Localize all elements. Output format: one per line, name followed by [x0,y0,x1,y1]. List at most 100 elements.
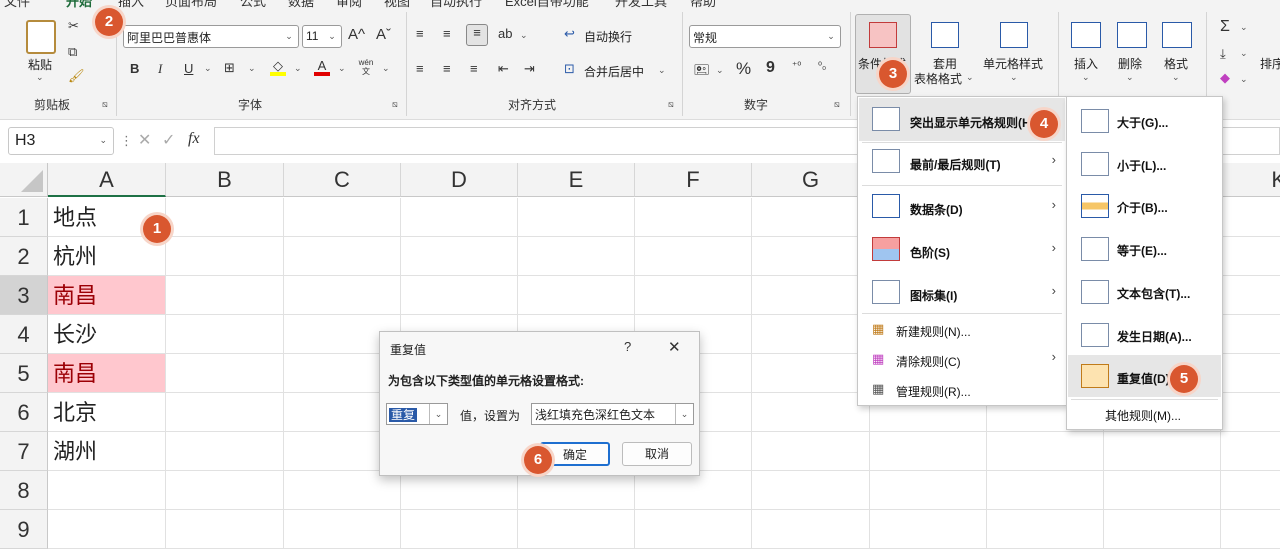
format-as-table-icon[interactable] [931,22,959,48]
merge-center-button[interactable]: 合并后居中 [584,63,644,80]
cell[interactable] [284,471,401,510]
row-header[interactable]: 3 [0,276,48,315]
cell[interactable] [1221,276,1280,315]
tab-help[interactable]: 帮助 [690,0,716,8]
chevron-down-icon[interactable]: ⌄ [1082,72,1090,83]
menu-item-top-bottom[interactable]: 最前/最后规则(T) [910,156,1001,173]
insert-cells-icon[interactable] [1071,22,1101,48]
menu-item-manage-rules[interactable]: 管理规则(R)... [896,383,971,400]
font-color-icon[interactable]: A [314,58,330,76]
tab-excel-functions[interactable]: Excel自带功能 [505,0,589,8]
align-bottom-icon[interactable]: ≡ [466,24,488,46]
cell-styles-button[interactable]: 单元格样式 [983,55,1043,72]
paste-dropdown-icon[interactable]: ⌄ [36,72,44,83]
menu-item-icon-sets[interactable]: 图标集(I) [910,287,957,304]
tab-file[interactable]: 文件 [4,0,30,8]
cell-styles-icon[interactable] [1000,22,1028,48]
format-as-table-label2[interactable]: 表格格式 [914,70,962,87]
delete-cells-button[interactable]: 删除 [1118,55,1142,72]
cell[interactable] [1221,198,1280,237]
italic-button[interactable]: I [158,61,162,77]
shrink-font-button[interactable]: Aˇ [376,26,391,43]
tab-automate[interactable]: 自动执行 [430,0,482,8]
cell[interactable] [166,393,284,432]
cell[interactable] [752,237,870,276]
chevron-down-icon[interactable]: ⌄ [1010,72,1018,83]
wrap-text-icon[interactable]: ↩ [564,26,575,42]
select-all-button[interactable] [0,163,48,197]
cell[interactable] [284,237,401,276]
cell[interactable] [987,510,1104,549]
chevron-down-icon[interactable]: ⌄ [658,65,666,76]
row-header[interactable]: 5 [0,354,48,393]
format-style-select[interactable]: 浅红填充色深红色文本 ⌄ [531,403,694,425]
paste-button[interactable]: 粘贴 [28,56,52,73]
chevron-down-icon[interactable]: ⌄ [338,63,346,74]
cell[interactable] [518,471,635,510]
copy-icon[interactable]: ⧉ [68,44,77,60]
percent-button[interactable]: % [736,59,751,79]
cell[interactable] [1221,237,1280,276]
chevron-down-icon[interactable]: ⌄ [966,72,974,83]
cell-a[interactable] [48,510,166,549]
cell[interactable] [752,510,870,549]
format-painter-icon[interactable]: 🖌 [68,68,85,84]
align-center-icon[interactable]: ≡ [443,61,451,76]
cell-a[interactable]: 南昌 [48,276,166,315]
cell[interactable] [284,198,401,237]
cell[interactable] [870,471,987,510]
chevron-down-icon[interactable]: ⌄ [382,63,390,74]
cell[interactable] [635,276,752,315]
cell-a[interactable]: 湖州 [48,432,166,471]
cell[interactable] [635,198,752,237]
tab-formulas[interactable]: 公式 [240,0,266,8]
chevron-down-icon[interactable]: ⌄ [520,30,528,41]
align-top-icon[interactable]: ≡ [416,26,424,41]
submenu-item-more-rules[interactable]: 其他规则(M)... [1105,407,1181,424]
cell[interactable] [1221,393,1280,432]
cell[interactable] [635,471,752,510]
cell[interactable] [635,510,752,549]
cell[interactable] [752,315,870,354]
row-header[interactable]: 6 [0,393,48,432]
submenu-item-less[interactable]: 小于(L)... [1117,157,1166,174]
column-header-e[interactable]: E [518,163,635,197]
menu-item-highlight-rules[interactable]: 突出显示单元格规则(H) [910,114,1035,131]
column-header-c[interactable]: C [284,163,401,197]
cell[interactable] [1221,315,1280,354]
decrease-indent-icon[interactable]: ⇤ [498,61,509,77]
increase-indent-icon[interactable]: ⇥ [524,61,535,77]
column-header-f[interactable]: F [635,163,752,197]
cell[interactable] [987,471,1104,510]
cell[interactable] [401,510,518,549]
tab-view[interactable]: 视图 [384,0,410,8]
chevron-down-icon[interactable]: ⌄ [1172,72,1180,83]
chevron-down-icon[interactable]: ⌄ [716,65,724,76]
accounting-icon[interactable]: 🖭 [694,61,709,83]
cancel-button[interactable]: 取消 [622,442,692,466]
cell[interactable] [1221,510,1280,549]
cell[interactable] [166,471,284,510]
cell[interactable] [518,510,635,549]
cell[interactable] [166,432,284,471]
cell[interactable] [166,510,284,549]
fill-icon[interactable]: ⤓ [1220,46,1226,62]
chevron-down-icon[interactable]: ⌄ [248,63,256,74]
chevron-down-icon[interactable]: ⌄ [1126,72,1134,83]
cell[interactable] [166,198,284,237]
cell[interactable] [401,471,518,510]
wrap-text-button[interactable]: 自动换行 [584,28,632,45]
phonetic-icon[interactable]: wén 文 [358,58,374,76]
submenu-item-date-occurring[interactable]: 发生日期(A)... [1117,328,1192,345]
fill-color-icon[interactable]: ◇ [270,58,286,76]
grow-font-button[interactable]: A^ [348,26,365,43]
bold-button[interactable]: B [130,61,139,76]
submenu-item-equal[interactable]: 等于(E)... [1117,242,1167,259]
tab-data[interactable]: 数据 [288,0,314,8]
row-header[interactable]: 1 [0,198,48,237]
submenu-item-between[interactable]: 介于(B)... [1117,199,1168,216]
format-cells-button[interactable]: 格式 [1164,55,1188,72]
tab-insert[interactable]: 插入 [118,0,144,8]
cell[interactable] [284,276,401,315]
cell[interactable] [987,432,1104,471]
